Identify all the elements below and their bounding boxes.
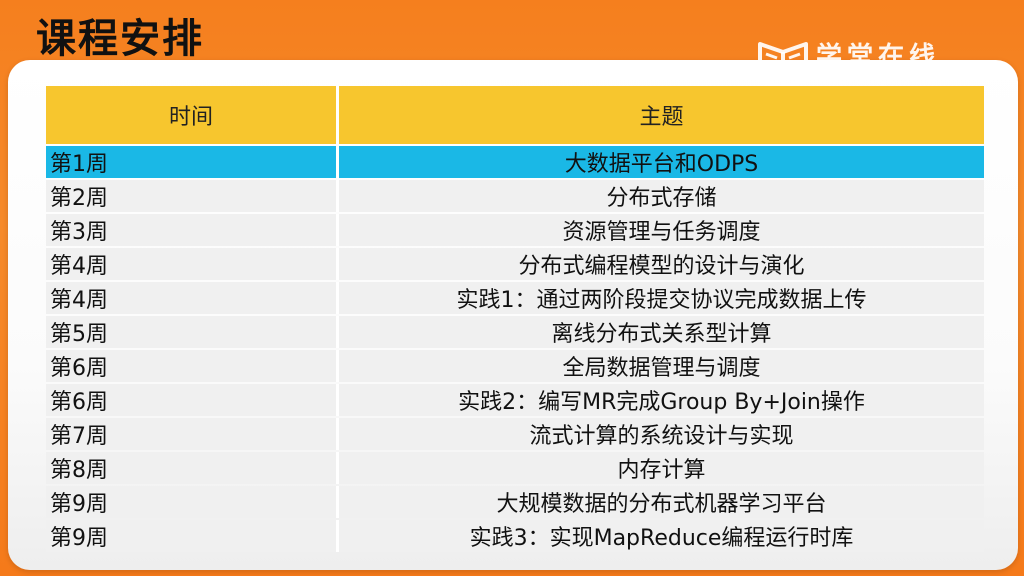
logo-text-cn: 学堂在线	[816, 42, 941, 72]
topic-cell: 分布式存储	[339, 180, 984, 212]
table-row: 第8周 内存计算	[46, 452, 984, 484]
week-cell: 第2周	[46, 180, 339, 212]
week-cell: 第9周	[46, 520, 339, 552]
week-cell: 第6周	[46, 350, 339, 382]
week-cell: 第9周	[46, 486, 339, 518]
topic-cell: 实践3：实现MapReduce编程运行时库	[339, 520, 984, 552]
table-row: 第5周 离线分布式关系型计算	[46, 316, 984, 348]
table-header-row: 时间 主题	[46, 86, 984, 144]
topic-cell: 分布式编程模型的设计与演化	[339, 248, 984, 280]
table-row: 第9周 大规模数据的分布式机器学习平台	[46, 486, 984, 518]
book-logo-icon	[758, 42, 808, 90]
topic-cell: 全局数据管理与调度	[339, 350, 984, 382]
week-cell: 第6周	[46, 384, 339, 416]
topic-cell: 大规模数据的分布式机器学习平台	[339, 486, 984, 518]
week-cell: 第1周	[46, 146, 339, 178]
week-cell: 第5周	[46, 316, 339, 348]
table-row: 第1周 大数据平台和ODPS	[46, 146, 984, 178]
week-cell: 第4周	[46, 282, 339, 314]
table-row: 第3周 资源管理与任务调度	[46, 214, 984, 246]
week-cell: 第4周	[46, 248, 339, 280]
week-cell: 第7周	[46, 418, 339, 450]
table-row: 第4周 分布式编程模型的设计与演化	[46, 248, 984, 280]
slide-title: 课程安排	[36, 16, 204, 62]
topic-cell: 实践2：编写MR完成Group By+Join操作	[339, 384, 984, 416]
topic-cell: 实践1：通过两阶段提交协议完成数据上传	[339, 282, 984, 314]
header-time: 时间	[46, 86, 339, 144]
week-cell: 第3周	[46, 214, 339, 246]
topic-cell: 大数据平台和ODPS	[339, 146, 984, 178]
schedule-table: 时间 主题 第1周 大数据平台和ODPS 第2周 分布式存储 第3周 资源管理与任务调度第…	[46, 84, 984, 554]
header-topic: 主题	[339, 86, 984, 144]
topic-cell: 资源管理与任务调度	[339, 214, 984, 246]
table-row: 第7周 流式计算的系统设计与实现	[46, 418, 984, 450]
table-row: 第6周 实践2：编写MR完成Group By+Join操作	[46, 384, 984, 416]
topic-cell: 内存计算	[339, 452, 984, 484]
table-row: 第4周 实践1：通过两阶段提交协议完成数据上传	[46, 282, 984, 314]
topic-cell: 流式计算的系统设计与实现	[339, 418, 984, 450]
table-row: 第6周 全局数据管理与调度	[46, 350, 984, 382]
topic-cell: 离线分布式关系型计算	[339, 316, 984, 348]
week-cell: 第8周	[46, 452, 339, 484]
table-row: 第2周 分布式存储	[46, 180, 984, 212]
table-row: 第9周 实践3：实现MapReduce编程运行时库	[46, 520, 984, 552]
